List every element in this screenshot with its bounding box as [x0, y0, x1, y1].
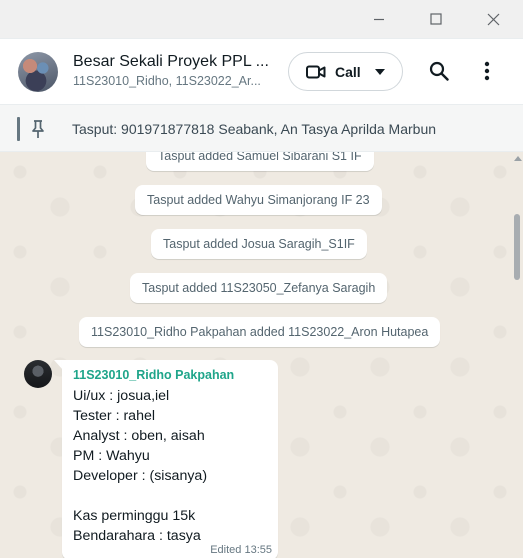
- close-button[interactable]: [464, 0, 522, 38]
- chat-messages[interactable]: Tasput added Samuel Sibarani S1 IF Taspu…: [0, 152, 523, 558]
- chevron-down-icon[interactable]: [374, 68, 385, 75]
- message-line: Kas perminggu 15k: [73, 508, 196, 524]
- message-line: PM : Wahyu: [73, 448, 150, 464]
- system-message: Tasput added Josua Saragih_S1IF: [151, 229, 367, 259]
- group-title[interactable]: Besar Sekali Proyek PPL ...: [73, 53, 273, 71]
- minimize-icon: [374, 18, 384, 21]
- system-message: Tasput added 11S23050_Zefanya Saragih: [130, 273, 388, 303]
- group-participants[interactable]: 11S23010_Ridho, 11S23022_Ar...: [73, 74, 268, 88]
- message-bubble[interactable]: 11S23010_Ridho Pakpahan Ui/ux : josua,ie…: [62, 360, 278, 558]
- scroll-thumb[interactable]: [514, 214, 520, 280]
- scroll-up-arrow-icon[interactable]: [514, 156, 522, 161]
- call-label: Call: [335, 63, 361, 80]
- message-line: Analyst : oben, aisah: [73, 428, 205, 444]
- title-bar: [0, 0, 523, 38]
- chat-header[interactable]: Besar Sekali Proyek PPL ... 11S23010_Rid…: [0, 38, 523, 104]
- message-line: Tester : rahel: [73, 408, 156, 424]
- call-button[interactable]: Call: [288, 52, 403, 91]
- pin-icon: [32, 120, 44, 138]
- minimize-button[interactable]: [350, 0, 408, 38]
- message-line: [73, 486, 267, 506]
- message-line: Ui/ux : josua,iel: [73, 388, 170, 404]
- menu-button[interactable]: [475, 59, 499, 83]
- close-icon: [487, 13, 499, 25]
- system-message: Tasput added Samuel Sibarani S1 IF: [146, 152, 374, 171]
- chat-scrollbar[interactable]: [512, 152, 523, 558]
- maximize-icon: [430, 13, 442, 25]
- video-icon: [306, 65, 326, 78]
- sender-avatar[interactable]: [24, 360, 52, 388]
- message-timestamp: Edited 13:55: [210, 544, 272, 556]
- message-line: Developer : (sisanya): [73, 468, 208, 484]
- pinned-indicator: [17, 117, 20, 141]
- group-avatar[interactable]: [18, 52, 58, 92]
- system-message: Tasput added Wahyu Simanjorang IF 23: [135, 185, 382, 215]
- search-button[interactable]: [427, 59, 451, 83]
- pinned-sender: Tasput: [72, 121, 114, 137]
- more-vertical-icon: [484, 61, 490, 81]
- message-sender[interactable]: 11S23010_Ridho Pakpahan: [73, 368, 267, 382]
- search-icon: [429, 61, 449, 81]
- whatsapp-window: Besar Sekali Proyek PPL ... 11S23010_Rid…: [0, 0, 523, 558]
- system-message: 11S23010_Ridho Pakpahan added 11S23022_A…: [79, 317, 441, 347]
- pinned-message-bar[interactable]: Tasput: 901971877818 Seabank, An Tasya A…: [0, 104, 523, 152]
- pinned-message-text: Tasput: 901971877818 Seabank, An Tasya A…: [72, 121, 436, 137]
- maximize-button[interactable]: [407, 0, 465, 38]
- pinned-content: : 901971877818 Seabank, An Tasya Aprilda…: [113, 121, 437, 137]
- message-line: Bendarahara : tasya: [73, 528, 201, 544]
